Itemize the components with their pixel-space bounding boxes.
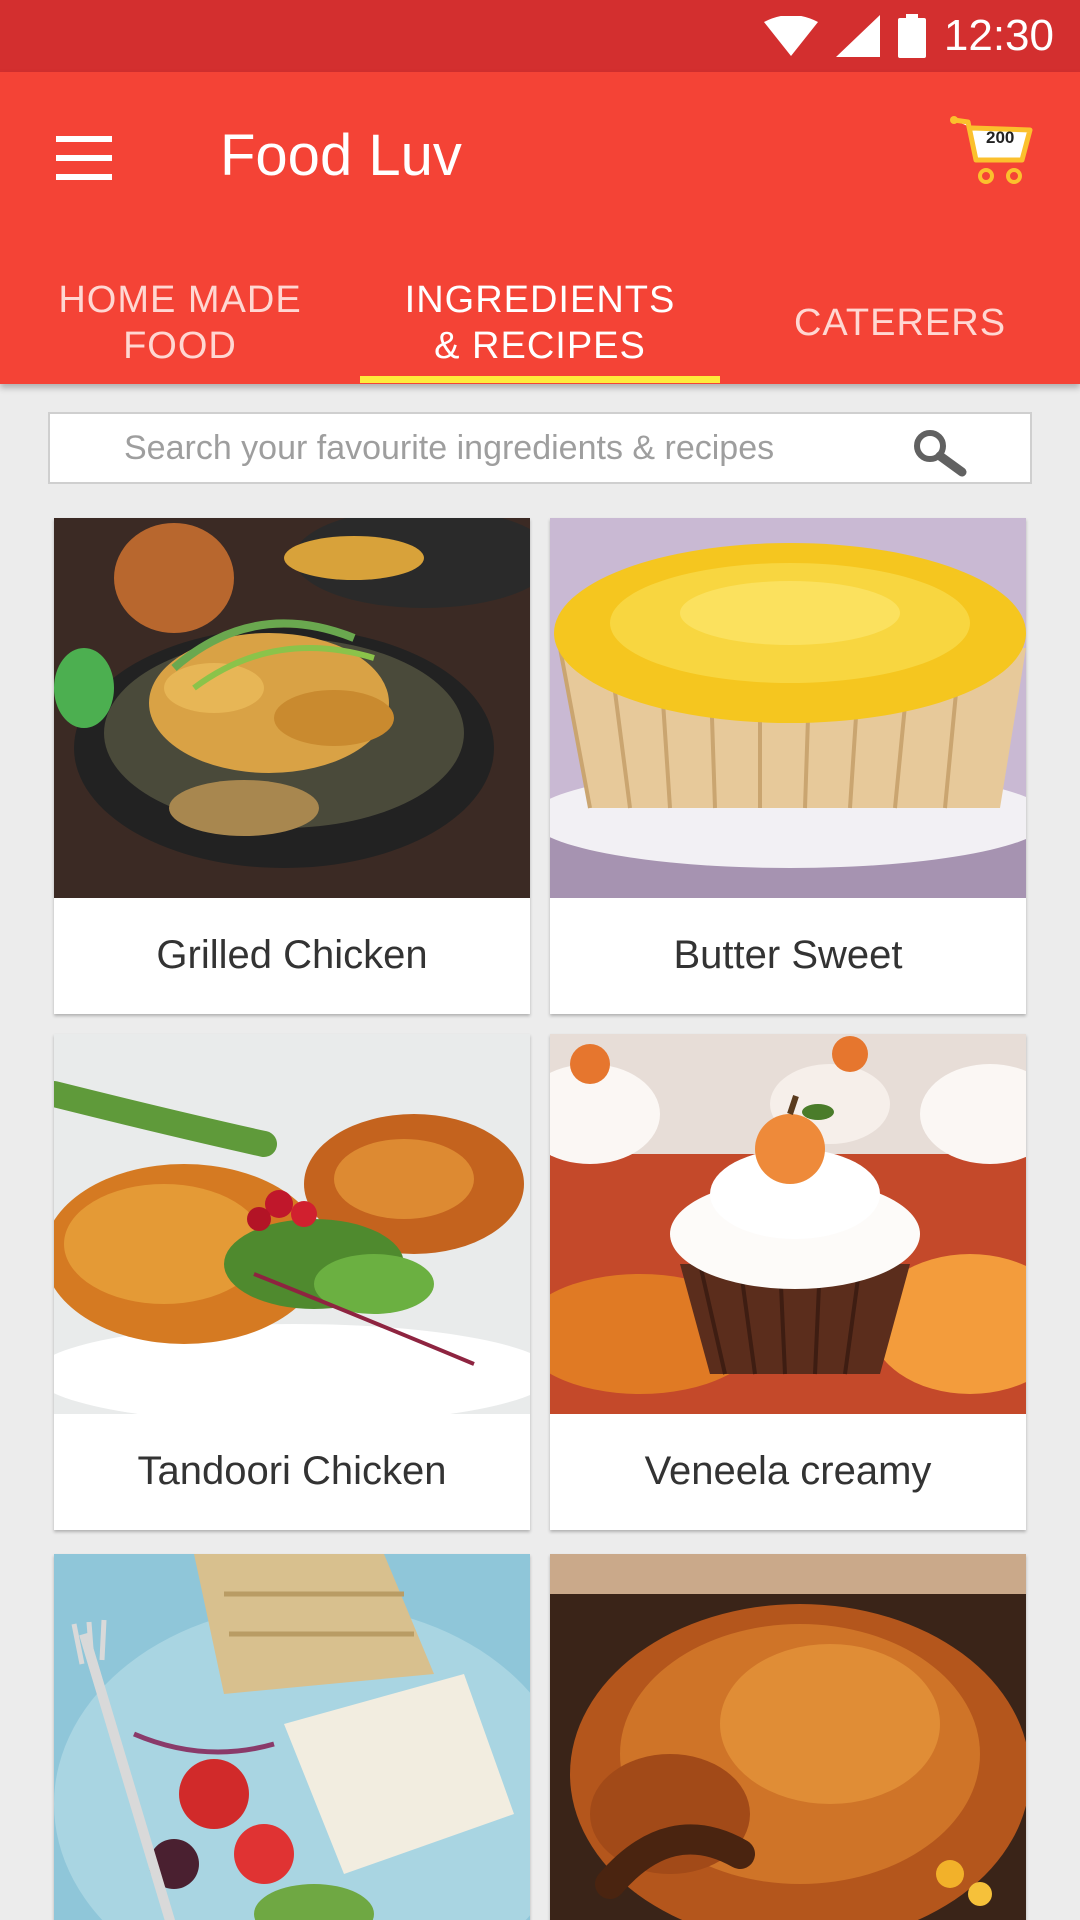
recipe-card[interactable]: Veneela creamy bbox=[550, 1034, 1026, 1530]
menu-icon-bar bbox=[56, 155, 112, 161]
recipe-card[interactable]: Tandoori Chicken bbox=[54, 1034, 530, 1530]
veneela-creamy-image bbox=[550, 1034, 1026, 1414]
tab-home-made-food[interactable]: HOME MADE FOOD bbox=[0, 262, 360, 384]
recipe-card-title: Grilled Chicken bbox=[156, 932, 428, 977]
menu-button[interactable] bbox=[56, 136, 112, 180]
grilled-chicken-image bbox=[54, 518, 530, 898]
battery-icon bbox=[897, 14, 926, 58]
recipe-card[interactable] bbox=[54, 1554, 530, 1920]
search-icon[interactable] bbox=[912, 428, 968, 478]
cart-button[interactable]: 200 bbox=[950, 116, 1036, 188]
app-title: Food Luv bbox=[220, 123, 462, 188]
recipe-card[interactable]: Butter Sweet bbox=[550, 518, 1026, 1014]
cart-count-badge: 200 bbox=[986, 128, 1015, 147]
menu-icon-bar bbox=[56, 174, 112, 180]
roast-chicken-image bbox=[550, 1554, 1026, 1920]
app-bar: Food Luv 200 HOME MADE FOOD INGREDIENTS … bbox=[0, 72, 1080, 384]
recipe-card[interactable] bbox=[550, 1554, 1026, 1920]
menu-icon bbox=[56, 136, 112, 142]
recipe-card[interactable]: Grilled Chicken bbox=[54, 518, 530, 1014]
salad-image bbox=[54, 1554, 530, 1920]
tab-indicator bbox=[360, 376, 720, 383]
recipe-card-title: Tandoori Chicken bbox=[137, 1448, 447, 1493]
butter-sweet-image bbox=[550, 518, 1026, 898]
clock: 12:30 bbox=[943, 11, 1054, 60]
search-bar bbox=[48, 412, 1032, 484]
cellular-signal-icon bbox=[835, 15, 880, 57]
tab-caterers[interactable]: CATERERS bbox=[720, 262, 1080, 384]
recipe-card-title: Butter Sweet bbox=[673, 932, 903, 977]
tab-ingredients-recipes[interactable]: INGREDIENTS & RECIPES bbox=[360, 262, 720, 384]
tandoori-chicken-image bbox=[54, 1034, 530, 1414]
tab-bar: HOME MADE FOOD INGREDIENTS & RECIPES CAT… bbox=[0, 262, 1080, 384]
search-input[interactable] bbox=[122, 427, 946, 469]
recipe-card-title: Veneela creamy bbox=[644, 1448, 932, 1493]
cart-icon bbox=[950, 116, 1033, 184]
status-bar: 12:30 bbox=[0, 0, 1080, 72]
wifi-icon bbox=[763, 16, 818, 56]
